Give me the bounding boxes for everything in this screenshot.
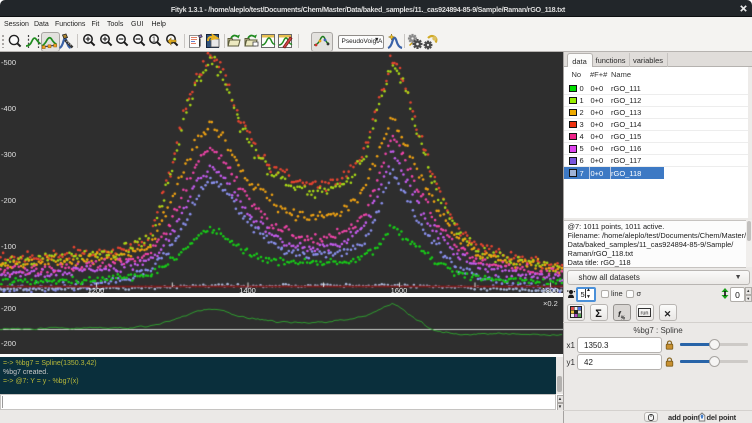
svg-text:1: 1 [152, 37, 156, 44]
svg-text:run: run [641, 310, 649, 316]
